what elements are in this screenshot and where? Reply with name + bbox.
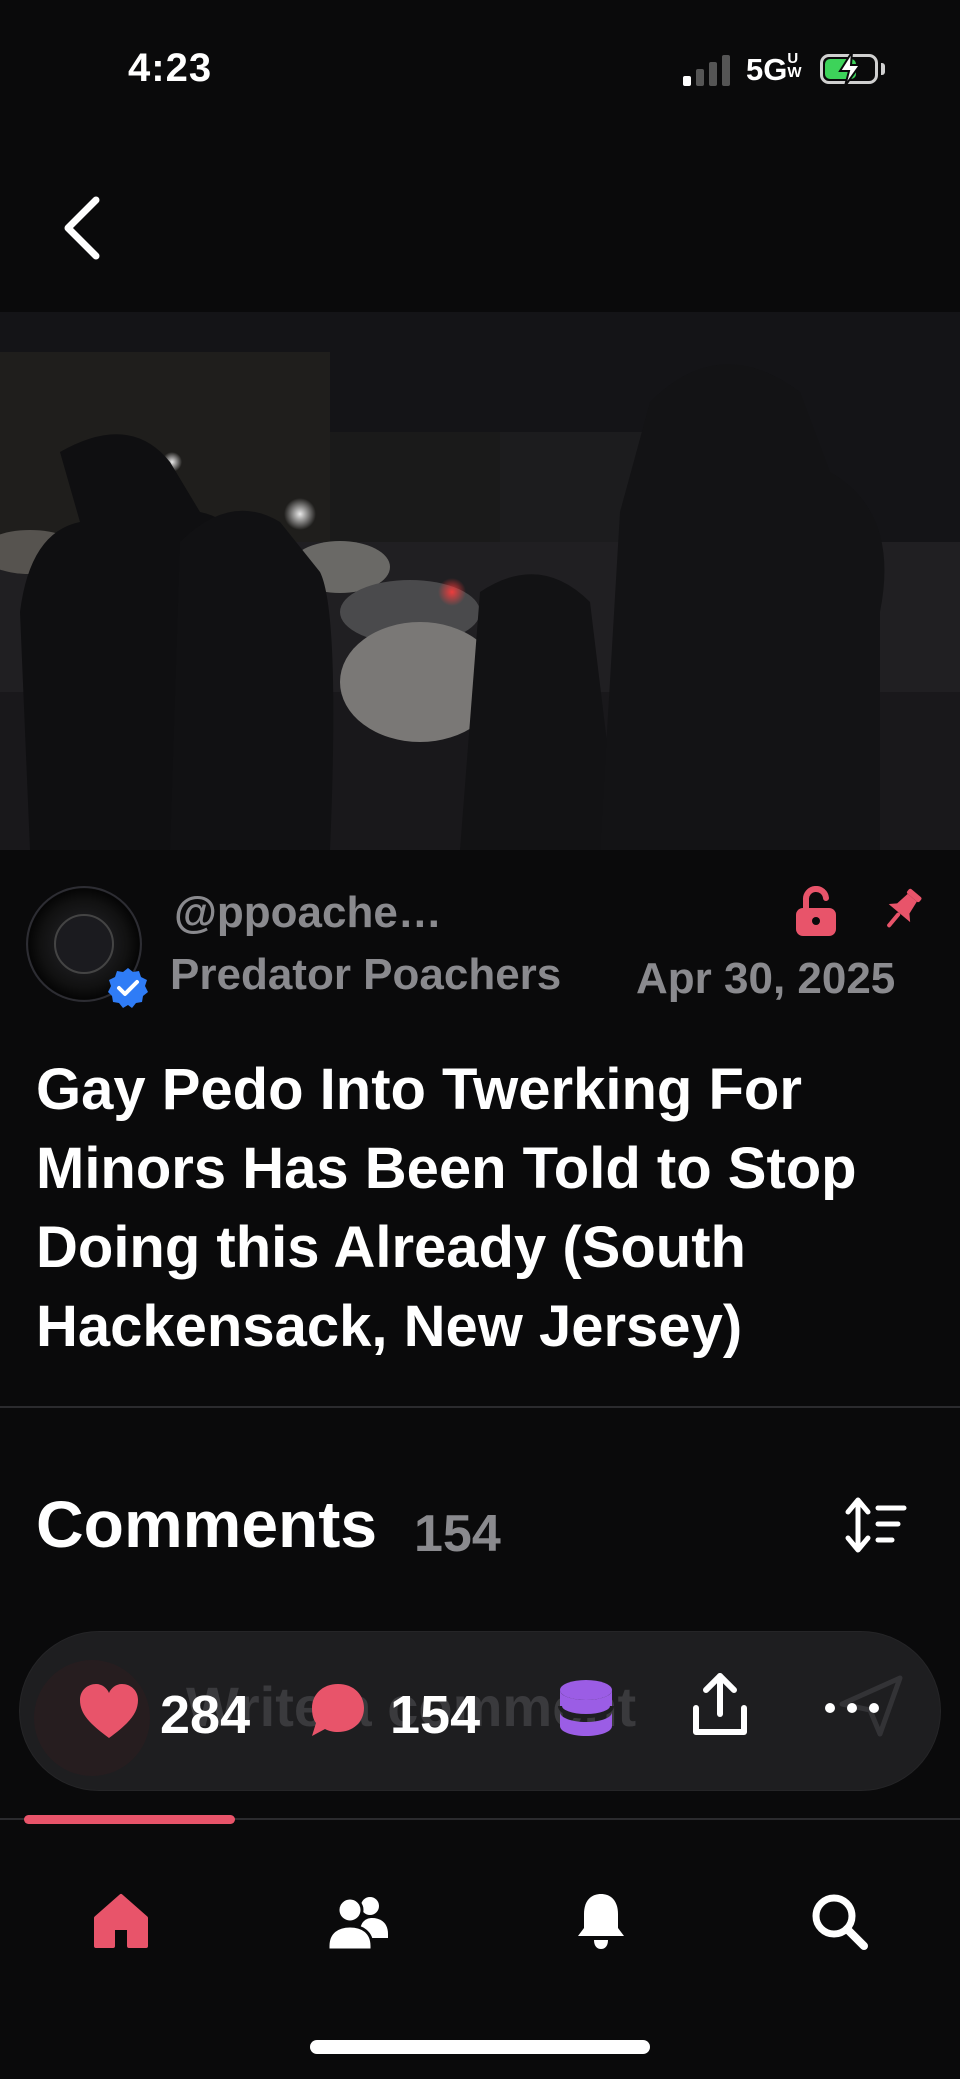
sort-icon[interactable] [842, 1494, 908, 1556]
coins-icon[interactable] [556, 1676, 616, 1742]
home-icon[interactable] [88, 1888, 154, 1954]
scroll-progress-fill [24, 1815, 235, 1824]
verified-badge-icon [108, 968, 148, 1008]
heart-icon[interactable] [78, 1682, 140, 1740]
share-icon[interactable] [690, 1670, 750, 1740]
comment-bubble-icon[interactable] [308, 1680, 368, 1740]
like-count[interactable]: 284 [160, 1684, 250, 1746]
author-name[interactable]: Predator Poachers [170, 950, 561, 1000]
status-time: 4:23 [128, 46, 213, 90]
cellular-signal-icon [683, 52, 730, 86]
bell-icon[interactable] [568, 1888, 634, 1954]
charging-bolt-icon [838, 51, 862, 87]
comments-count: 154 [414, 1505, 501, 1563]
pin-icon[interactable] [876, 884, 928, 936]
people-icon[interactable] [326, 1888, 392, 1954]
network-label: 5GU W [746, 50, 802, 87]
post-date: Apr 30, 2025 [636, 954, 896, 1003]
comments-heading: Comments [36, 1487, 378, 1561]
back-chevron-icon[interactable] [54, 188, 114, 268]
divider [0, 1406, 960, 1408]
avatar-logo [54, 914, 114, 974]
home-indicator[interactable] [310, 2040, 650, 2054]
comment-count[interactable]: 154 [390, 1684, 480, 1746]
more-dots-icon[interactable] [820, 1698, 884, 1718]
search-icon[interactable] [806, 1888, 872, 1954]
post-title: Gay Pedo Into Twerking For Minors Has Be… [36, 1057, 857, 1359]
author-handle[interactable]: @ppoache… [174, 888, 442, 938]
battery-nub [881, 63, 885, 75]
post-image[interactable] [0, 312, 960, 850]
lock-open-icon[interactable] [792, 886, 840, 938]
